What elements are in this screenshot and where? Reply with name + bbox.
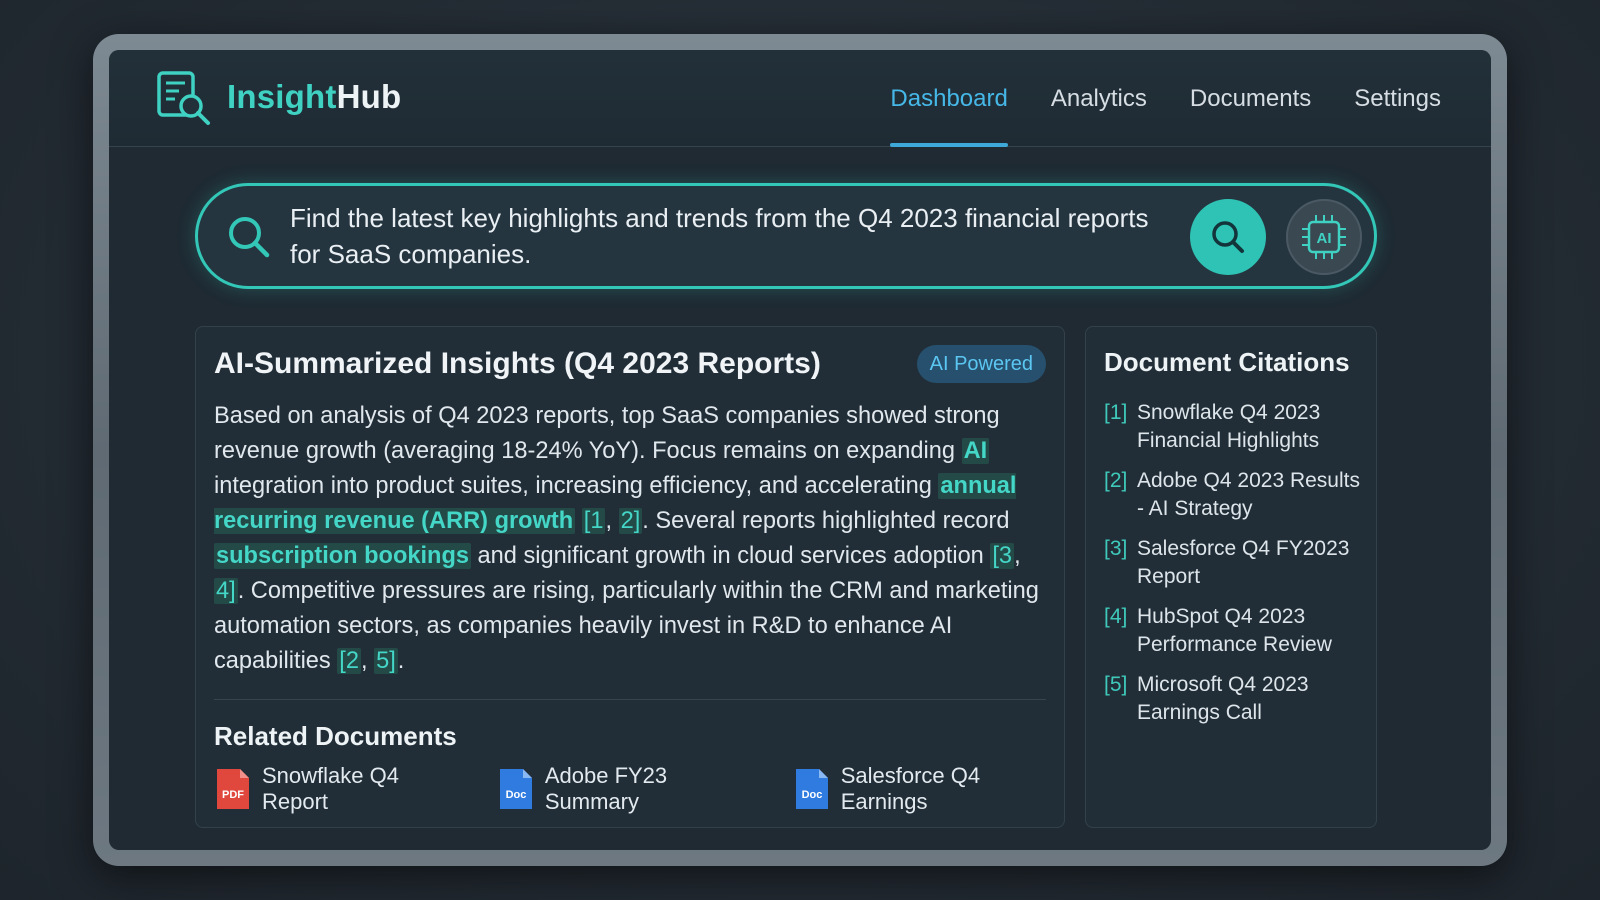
citation-link[interactable]: 2] <box>618 508 643 534</box>
citation-text: Salesforce Q4 FY2023 Report <box>1137 537 1350 588</box>
insights-panel: AI-Summarized Insights (Q4 2023 Reports)… <box>195 326 1065 828</box>
brand-part-2: Hub <box>336 78 402 115</box>
citation-text: Snowflake Q4 2023 Financial Highlights <box>1137 401 1321 452</box>
nav-tab-documents[interactable]: Documents <box>1190 50 1311 147</box>
citation-text: Adobe Q4 2023 Results - AI Strategy <box>1137 469 1360 520</box>
file-type-label: PDF <box>222 789 244 801</box>
citations-panel: Document Citations [1] Snowflake Q4 2023… <box>1085 326 1377 828</box>
related-documents-list: PDF Snowflake Q4 Report Doc Adobe FY23 S… <box>214 763 1064 815</box>
file-type-label: Doc <box>505 789 526 801</box>
search-button[interactable] <box>1190 199 1266 275</box>
ai-chip-label: AI <box>1317 230 1332 247</box>
pdf-file-icon: PDF <box>217 769 249 809</box>
summary-text: . Several reports highlighted record <box>642 508 1010 534</box>
doc-file-icon: Doc <box>795 769 828 809</box>
citation-item[interactable]: [1] Snowflake Q4 2023 Financial Highligh… <box>1104 399 1366 455</box>
citation-link[interactable]: 4] <box>214 578 238 604</box>
summary-text: integration into product suites, increas… <box>214 473 939 499</box>
ai-powered-badge: AI Powered <box>916 345 1046 383</box>
related-doc-name: Snowflake Q4 Report <box>262 763 399 814</box>
related-doc-name: Adobe FY23 Summary <box>544 763 668 814</box>
citation-link[interactable]: [2 <box>337 648 361 674</box>
nav-tab-dashboard[interactable]: Dashboard <box>890 50 1009 147</box>
citation-number: [4] <box>1104 605 1128 628</box>
related-doc-salesforce[interactable]: Doc Salesforce Q4 Earnings <box>793 763 1064 815</box>
app-screen: InsightHub Dashboard Analytics Documents… <box>109 50 1491 850</box>
search-icon <box>229 217 270 258</box>
magnifier-icon <box>1212 221 1244 253</box>
summary-text: . <box>397 648 405 674</box>
summary-text: Based on analysis of Q4 2023 reports, to… <box>214 403 1000 464</box>
related-doc-adobe[interactable]: Doc Adobe FY23 Summary <box>497 763 759 815</box>
summary-highlight: subscription bookings <box>214 543 471 569</box>
citation-text: HubSpot Q4 2023 Performance Review <box>1137 605 1332 656</box>
citation-link[interactable]: 5] <box>374 648 398 674</box>
doc-file-icon: Doc <box>499 769 532 809</box>
main-nav: Dashboard Analytics Documents Settings <box>890 50 1441 147</box>
brand-name: InsightHub <box>227 78 401 116</box>
citation-link[interactable]: [1 <box>581 508 606 534</box>
citations-list: [1] Snowflake Q4 2023 Financial Highligh… <box>1104 399 1366 739</box>
citation-number: [1] <box>1104 401 1128 424</box>
citation-number: [3] <box>1104 537 1128 560</box>
nav-tab-settings[interactable]: Settings <box>1354 50 1441 147</box>
document-search-logo-icon <box>157 71 210 125</box>
device-frame: InsightHub Dashboard Analytics Documents… <box>93 34 1507 866</box>
citation-item[interactable]: [2] Adobe Q4 2023 Results - AI Strategy <box>1104 467 1366 523</box>
insights-summary: Based on analysis of Q4 2023 reports, to… <box>214 403 1039 674</box>
citation-item[interactable]: [3] Salesforce Q4 FY2023 Report <box>1104 535 1366 591</box>
citation-link[interactable]: [3 <box>990 543 1015 569</box>
summary-text: and significant growth in cloud services… <box>471 543 991 569</box>
related-documents-title: Related Documents <box>214 721 457 751</box>
related-doc-snowflake[interactable]: PDF Snowflake Q4 Report <box>214 763 463 815</box>
ai-chip-icon: AI <box>1302 215 1346 259</box>
brand-part-1: Insight <box>227 78 337 115</box>
summary-highlight: AI <box>961 438 990 464</box>
nav-tab-analytics[interactable]: Analytics <box>1051 50 1147 147</box>
file-type-label: Doc <box>801 789 822 801</box>
related-doc-name: Salesforce Q4 Earnings <box>840 763 981 814</box>
citations-title: Document Citations <box>1104 347 1350 377</box>
citation-number: [5] <box>1104 673 1128 696</box>
ai-assist-button[interactable]: AI <box>1286 199 1362 275</box>
citation-number: [2] <box>1104 469 1128 492</box>
search-input[interactable]: Find the latest key highlights and trend… <box>290 200 1170 274</box>
search-bar: Find the latest key highlights and trend… <box>195 183 1377 289</box>
top-header: InsightHub Dashboard Analytics Documents… <box>109 50 1491 147</box>
section-divider <box>214 699 1046 700</box>
citation-item[interactable]: [4] HubSpot Q4 2023 Performance Review <box>1104 603 1366 659</box>
citation-item[interactable]: [5] Microsoft Q4 2023 Earnings Call <box>1104 671 1366 727</box>
insights-title: AI-Summarized Insights (Q4 2023 Reports) <box>214 347 821 380</box>
citation-text: Microsoft Q4 2023 Earnings Call <box>1137 673 1309 724</box>
